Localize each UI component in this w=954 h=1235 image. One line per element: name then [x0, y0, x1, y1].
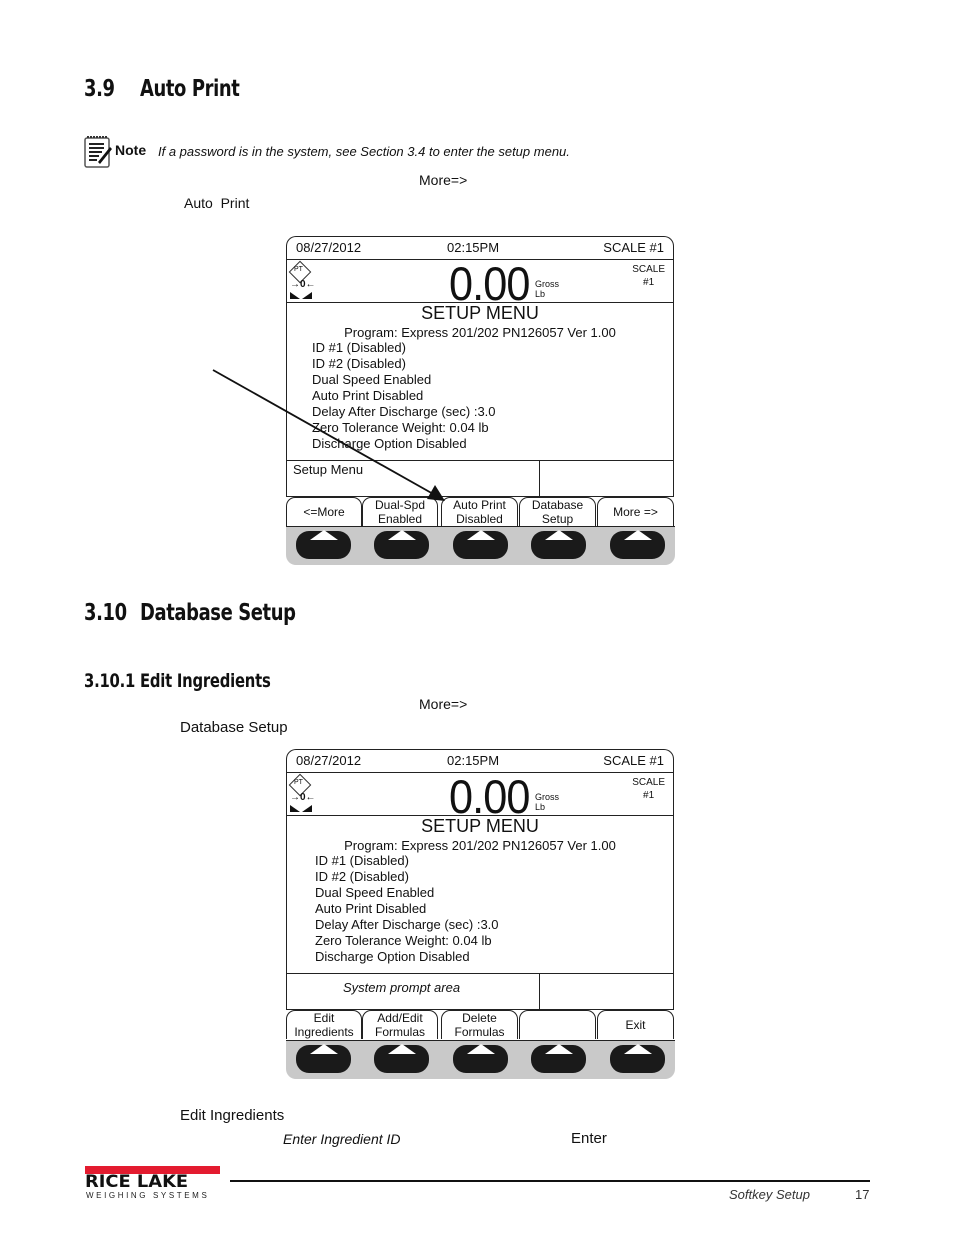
more-label: More=>	[419, 172, 468, 188]
standstill-left-icon	[290, 292, 300, 299]
scale-indicator-label: SCALE	[632, 777, 665, 788]
standstill-right-icon	[302, 805, 312, 812]
section-title: Database Setup	[140, 600, 296, 626]
menu-line: ID #1 (Disabled)	[312, 340, 406, 355]
hardware-keypad	[286, 1040, 675, 1079]
hardware-key-4[interactable]	[531, 1044, 586, 1073]
hardware-key-3[interactable]	[453, 530, 508, 559]
date-display: 08/27/2012	[296, 753, 362, 768]
date-display: 08/27/2012	[296, 240, 362, 255]
scale-indicator-number: #1	[643, 277, 655, 288]
standstill-left-icon	[290, 805, 300, 812]
prompt-text-area: System prompt area	[287, 973, 540, 1009]
scale-indicator-number: #1	[643, 790, 655, 801]
hardware-key-2[interactable]	[374, 1044, 429, 1073]
softkey-exit[interactable]: Exit	[597, 1010, 674, 1039]
hardware-key-1[interactable]	[296, 1044, 351, 1073]
weight-mode: Gross	[535, 792, 560, 802]
indicator-screen-database-setup: 08/27/2012 02:15PM SCALE #1 PT →0← 0.00 …	[286, 749, 675, 1082]
softkey-delete-formulas[interactable]: Delete Formulas	[441, 1010, 518, 1039]
hardware-key-3[interactable]	[453, 1044, 508, 1073]
standstill-right-icon	[302, 292, 312, 299]
menu-title: SETUP MENU	[421, 303, 539, 323]
softkey-label: Exit	[625, 1018, 646, 1032]
softkey-edit-ingredients[interactable]: Edit Ingredients	[286, 1010, 362, 1039]
enter-label: Enter	[571, 1130, 607, 1147]
softkey-label: Delete	[462, 1011, 497, 1025]
section-title: Auto Print	[140, 76, 240, 102]
hardware-key-2[interactable]	[374, 530, 429, 559]
program-info: Program: Express 201/202 PN126057 Ver 1.…	[344, 325, 616, 340]
edit-ingredients-label: Edit Ingredients	[180, 1107, 285, 1124]
footer-divider	[230, 1180, 870, 1182]
softkey-label: Formulas	[374, 1025, 425, 1039]
menu-title: SETUP MENU	[421, 816, 539, 836]
callout-arrow	[212, 369, 445, 501]
softkey-blank[interactable]	[519, 1010, 596, 1039]
menu-line: ID #1 (Disabled)	[315, 853, 409, 868]
softkey-label: Setup	[541, 512, 574, 526]
softkey-label: Edit	[313, 1011, 335, 1025]
menu-line: Auto Print Disabled	[315, 901, 427, 916]
note-icon	[84, 134, 112, 168]
menu-line: Dual Speed Enabled	[315, 885, 435, 900]
scale-display: SCALE #1	[603, 753, 664, 768]
hardware-key-5[interactable]	[610, 1044, 665, 1073]
setup-menu-panel: SETUP MENU Program: Express 201/202 PN12…	[286, 815, 674, 974]
softkey-label: Ingredients	[294, 1025, 354, 1039]
scale-indicator: SCALE #1	[632, 776, 665, 802]
softkey-add-edit-formulas[interactable]: Add/Edit Formulas	[362, 1010, 438, 1039]
company-logo: RICE LAKE	[85, 1172, 189, 1192]
scale-indicator-label: SCALE	[632, 264, 665, 275]
pt-label: PT	[294, 266, 303, 273]
page-number: 17	[855, 1187, 870, 1202]
time-display: 02:15PM	[447, 753, 500, 768]
hardware-key-5[interactable]	[610, 530, 665, 559]
menu-line: ID #2 (Disabled)	[315, 869, 409, 884]
menu-line: Delay After Discharge (sec) :3.0	[315, 917, 499, 932]
menu-line: Discharge Option Disabled	[315, 949, 470, 964]
time-display: 02:15PM	[447, 240, 500, 255]
auto-print-label: Auto Print	[184, 195, 250, 211]
more-label: More=>	[419, 696, 468, 712]
database-setup-label: Database Setup	[180, 719, 288, 736]
weight-panel: PT →0← 0.00 Gross Lb SCALE #1	[286, 770, 674, 823]
scale-display: SCALE #1	[603, 240, 664, 255]
center-of-zero-icon: →0←	[290, 279, 316, 290]
subsection-title: Edit Ingredients	[140, 670, 271, 692]
hardware-key-1[interactable]	[296, 530, 351, 559]
softkey-label: Add/Edit	[377, 1011, 423, 1025]
enter-ingredient-id-label: Enter Ingredient ID	[283, 1131, 401, 1147]
footer-section-title: Softkey Setup	[729, 1187, 810, 1202]
menu-line: Zero Tolerance Weight: 0.04 lb	[315, 933, 492, 948]
hardware-keypad	[286, 526, 675, 565]
pt-label: PT	[294, 779, 303, 786]
softkey-label: Enabled	[377, 512, 423, 526]
center-of-zero-icon: →0←	[290, 792, 316, 803]
weight-mode: Gross	[535, 279, 560, 289]
softkey-label: Database	[531, 498, 584, 512]
softkey-label: Disabled	[456, 512, 503, 526]
weight-unit: Lb	[535, 802, 546, 812]
softkey-label: Auto Print	[453, 498, 506, 512]
softkey-more-right[interactable]: More =>	[597, 497, 674, 526]
prompt-area: System prompt area	[286, 973, 674, 1010]
note-label: Note	[115, 142, 147, 158]
hardware-key-4[interactable]	[531, 530, 586, 559]
weight-panel: PT →0← 0.00 Gross Lb SCALE #1	[286, 257, 674, 310]
program-info: Program: Express 201/202 PN126057 Ver 1.…	[344, 838, 616, 853]
scale-indicator: SCALE #1	[632, 263, 665, 289]
prompt-text: System prompt area	[343, 980, 461, 995]
weight-unit: Lb	[535, 289, 546, 299]
softkey-label: Formulas	[454, 1025, 505, 1039]
subsection-number: 3.10.1	[84, 670, 136, 692]
softkey-database-setup[interactable]: Database Setup	[519, 497, 596, 526]
section-number: 3.9	[84, 76, 115, 102]
section-number: 3.10	[84, 600, 127, 626]
note-text: If a password is in the system, see Sect…	[158, 144, 570, 159]
softkey-label: More =>	[613, 505, 658, 519]
softkey-row: Edit Ingredients Add/Edit Formulas Delete F…	[286, 1010, 675, 1040]
company-logo-subtitle: WEIGHING SYSTEMS	[86, 1191, 210, 1200]
